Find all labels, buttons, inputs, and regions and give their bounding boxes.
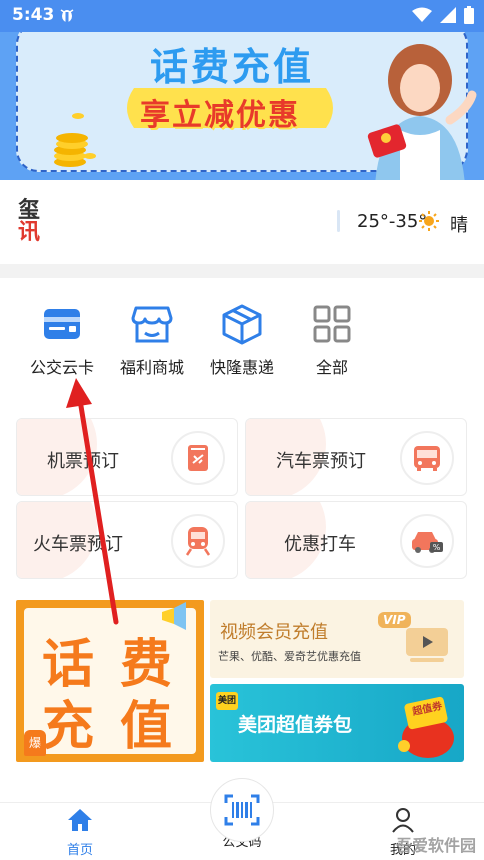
meituan-tag: 美团 (216, 692, 238, 710)
promo-video-vip[interactable]: 视频会员充值 芒果、优酷、爱奇艺优惠充值 VIP (210, 600, 464, 678)
debug-icon (60, 7, 74, 27)
person-icon (392, 808, 414, 833)
status-bar: 5:43 (0, 0, 484, 32)
promo-banner[interactable]: 话费充值 享立减优惠 (0, 32, 484, 180)
service-bus-card[interactable]: 公交云卡 (16, 300, 108, 378)
service-label: 公交云卡 (29, 358, 94, 377)
shop-icon (106, 300, 198, 348)
sun-icon (419, 211, 439, 231)
signal-icon (440, 7, 456, 23)
watermark: 吾爱软件园 (395, 836, 476, 855)
vip-subtitle: 芒果、优酷、爱奇艺优惠充值 (218, 650, 361, 663)
status-time: 5:43 (12, 5, 55, 25)
promo-char: 值 (120, 697, 173, 757)
hot-badge: 爆 (24, 730, 46, 756)
home-icon (68, 809, 92, 831)
qr-code-button[interactable] (210, 778, 274, 842)
banner-title: 话费充值 (150, 45, 315, 89)
plane-ticket-icon (171, 431, 225, 485)
service-label: 福利商城 (119, 358, 184, 377)
logo-char-bottom: 讯 (18, 220, 41, 245)
booking-flight[interactable]: 机票预订 (16, 418, 238, 496)
nav-home[interactable]: 首页 (40, 807, 120, 858)
package-box-icon (196, 300, 288, 348)
svg-text:%: % (433, 543, 441, 552)
logo-char-top: 玺 (18, 198, 41, 223)
quick-services: 公交云卡 福利商城 快隆惠递 全部 (0, 278, 484, 398)
booking-train[interactable]: 火车票预订 (16, 501, 238, 579)
video-play-icon (406, 628, 448, 662)
battery-icon (464, 6, 474, 24)
weather-divider (337, 210, 340, 232)
barcode-scan-icon (224, 794, 260, 826)
taxi-icon: % (400, 514, 454, 568)
booking-bus[interactable]: 汽车票预订 (245, 418, 467, 496)
service-delivery[interactable]: 快隆惠递 (196, 300, 288, 378)
weather-condition: 晴 (450, 215, 468, 236)
vip-title: 视频会员充值 (220, 622, 328, 643)
booking-label: 火车票预订 (33, 534, 123, 555)
nav-home-label: 首页 (66, 843, 93, 858)
service-label: 快隆惠递 (209, 358, 274, 377)
booking-label: 汽车票预订 (276, 451, 366, 472)
bus-icon (400, 431, 454, 485)
app-logo: 玺 讯 (18, 200, 48, 244)
promo-char: 充 (42, 697, 95, 757)
grid-all-icon (286, 300, 378, 348)
meituan-title: 美团超值券包 (238, 714, 353, 736)
booking-taxi[interactable]: 优惠打车 % (245, 501, 467, 579)
wifi-icon (412, 7, 432, 22)
promo-phone-recharge[interactable]: 话 费 充 值 爆 (16, 600, 204, 762)
system-icons (412, 6, 474, 24)
coins-illustration (54, 113, 96, 167)
woman-illustration (367, 44, 477, 180)
section-gap (0, 264, 484, 278)
banner-subtitle: 享立减优惠 (140, 98, 300, 133)
bus-card-icon (16, 300, 108, 348)
weather-bar: 玺 讯 25°-35° 晴 (0, 180, 484, 264)
service-all[interactable]: 全部 (286, 300, 378, 378)
service-shop[interactable]: 福利商城 (106, 300, 198, 378)
megaphone-icon (162, 602, 186, 630)
train-icon (171, 514, 225, 568)
service-label: 全部 (315, 358, 348, 377)
booking-label: 优惠打车 (284, 534, 356, 555)
promo-meituan[interactable]: 美团 美团超值券包 超值券 (210, 684, 464, 762)
booking-label: 机票预订 (47, 451, 119, 472)
temperature-text: 25°-35° (357, 211, 428, 232)
